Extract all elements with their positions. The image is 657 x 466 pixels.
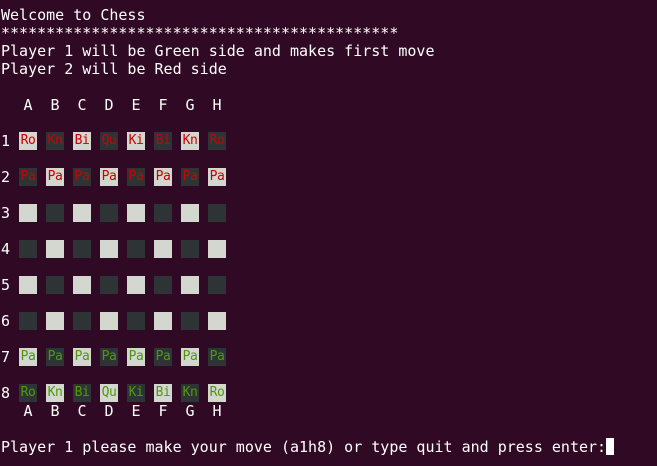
board-square-piece: Qu [100, 384, 118, 402]
column-label: F [158, 96, 168, 114]
player2-info: Player 2 will be Red side [1, 60, 227, 78]
text-cursor[interactable] [606, 438, 615, 455]
board-square [154, 204, 172, 222]
board-square-piece: Pa [181, 348, 199, 366]
board-square-piece: Pa [100, 348, 118, 366]
board-square [208, 312, 226, 330]
board-square [181, 312, 199, 330]
row-label: 7 [1, 348, 11, 366]
board-square-piece: Pa [208, 168, 226, 186]
column-label: C [77, 96, 87, 114]
column-label: G [185, 402, 195, 420]
column-label: E [131, 96, 141, 114]
board-square [100, 276, 118, 294]
board-square-piece: Ro [208, 384, 226, 402]
row-label: 1 [1, 132, 11, 150]
board-square-piece: Pa [19, 168, 37, 186]
board-square [73, 204, 91, 222]
board-square [127, 312, 145, 330]
board-square [181, 276, 199, 294]
board-square [127, 276, 145, 294]
board-square [19, 204, 37, 222]
board-square [208, 276, 226, 294]
board-square-piece: Bi [73, 132, 91, 150]
board-square [154, 240, 172, 258]
board-square [46, 312, 64, 330]
column-label: B [50, 402, 60, 420]
board-square-piece: Bi [154, 132, 172, 150]
row-label: 2 [1, 168, 11, 186]
row-label: 4 [1, 240, 11, 258]
board-square-piece: Pa [46, 348, 64, 366]
board-square [100, 204, 118, 222]
board-square [73, 312, 91, 330]
column-label: H [212, 96, 222, 114]
prompt-text: Player 1 please make your move (a1h8) or… [1, 438, 607, 456]
move-prompt[interactable]: Player 1 please make your move (a1h8) or… [1, 438, 615, 456]
board-square [154, 276, 172, 294]
board-square-piece: Pa [154, 348, 172, 366]
board-square [181, 240, 199, 258]
board-square [46, 240, 64, 258]
board-square [73, 276, 91, 294]
row-label: 6 [1, 312, 11, 330]
board-square-piece: Pa [19, 348, 37, 366]
welcome-text: Welcome to Chess [1, 6, 146, 24]
board-square-piece: Pa [154, 168, 172, 186]
board-square-piece: Ro [208, 132, 226, 150]
column-label: A [23, 96, 33, 114]
board-square-piece: Kn [181, 132, 199, 150]
board-square [208, 204, 226, 222]
separator-line: ****************************************… [1, 24, 399, 42]
board-square [127, 204, 145, 222]
board-square-piece: Bi [154, 384, 172, 402]
column-label: C [77, 402, 87, 420]
column-label: A [23, 402, 33, 420]
board-square-piece: Kn [46, 132, 64, 150]
column-label: D [104, 96, 114, 114]
board-square-piece: Ki [127, 384, 145, 402]
column-label: F [158, 402, 168, 420]
row-label: 3 [1, 204, 11, 222]
board-square [100, 312, 118, 330]
board-square [73, 240, 91, 258]
board-square-piece: Pa [127, 168, 145, 186]
board-square [19, 240, 37, 258]
board-square-piece: Pa [181, 168, 199, 186]
row-label: 5 [1, 276, 11, 294]
board-square-piece: Kn [46, 384, 64, 402]
board-square-piece: Pa [73, 348, 91, 366]
board-square [46, 204, 64, 222]
board-square-piece: Pa [73, 168, 91, 186]
board-square [208, 240, 226, 258]
column-label: H [212, 402, 222, 420]
board-square-piece: Kn [181, 384, 199, 402]
board-square [127, 240, 145, 258]
board-square-piece: Pa [46, 168, 64, 186]
column-label: D [104, 402, 114, 420]
board-square-piece: Ki [127, 132, 145, 150]
board-square-piece: Ro [19, 384, 37, 402]
board-square [19, 276, 37, 294]
board-square-piece: Ro [19, 132, 37, 150]
column-label: E [131, 402, 141, 420]
board-square-piece: Pa [208, 348, 226, 366]
board-square-piece: Pa [100, 168, 118, 186]
row-label: 8 [1, 384, 11, 402]
column-label: B [50, 96, 60, 114]
terminal-window[interactable]: Welcome to Chess ***********************… [0, 0, 657, 466]
board-square [181, 204, 199, 222]
board-square-piece: Qu [100, 132, 118, 150]
board-square [19, 312, 37, 330]
player1-info: Player 1 will be Green side and makes fi… [1, 42, 435, 60]
board-square [46, 276, 64, 294]
column-label: G [185, 96, 195, 114]
board-square-piece: Pa [127, 348, 145, 366]
board-square [154, 312, 172, 330]
board-square-piece: Bi [73, 384, 91, 402]
board-square [100, 240, 118, 258]
